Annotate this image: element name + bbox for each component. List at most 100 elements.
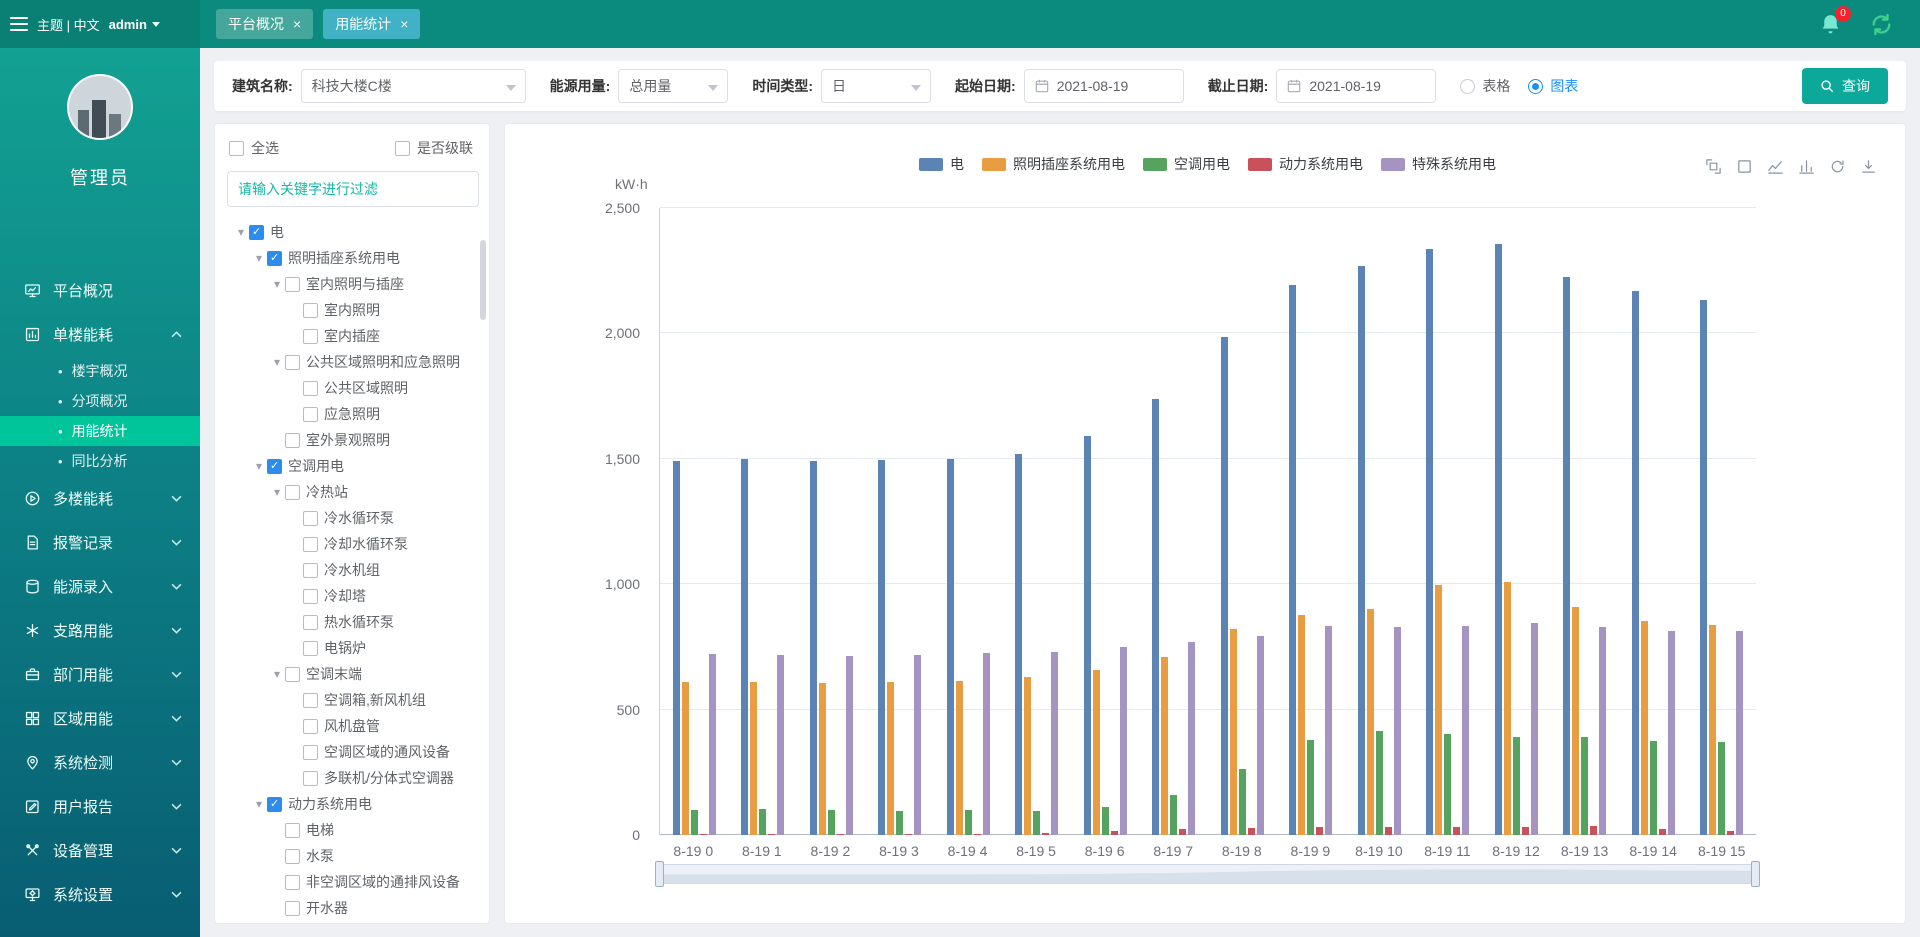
tree-checkbox[interactable] [285, 355, 300, 370]
tree-node[interactable]: 室内照明 [227, 297, 479, 323]
datazoom-right-handle[interactable] [1751, 861, 1760, 887]
tree-node[interactable]: 电锅炉 [227, 635, 479, 661]
toolbox-bar-chart-icon[interactable] [1798, 158, 1815, 175]
tree-node[interactable]: 空调箱,新风机组 [227, 687, 479, 713]
tree-node-label[interactable]: 公共区域照明和应急照明 [306, 352, 460, 372]
tree-checkbox[interactable] [285, 433, 300, 448]
chart-view-radio[interactable]: 图表 [1528, 76, 1578, 96]
tree-node-label[interactable]: 开水器 [306, 898, 348, 918]
sidebar-item-system-detection[interactable]: 系统检测 [0, 740, 200, 784]
toolbox-save-image-icon[interactable] [1860, 158, 1877, 175]
tree-node-label[interactable]: 冷热站 [306, 482, 348, 502]
tree-checkbox[interactable] [303, 693, 318, 708]
tree-node-label[interactable]: 应急照明 [324, 404, 380, 424]
legend-item-special-system[interactable]: 特殊系统用电 [1381, 154, 1496, 174]
sidebar-item-user-report[interactable]: 用户报告 [0, 784, 200, 828]
tree-checkbox[interactable] [303, 589, 318, 604]
tree-node[interactable]: 应急照明 [227, 401, 479, 427]
sidebar-item-branch-energy[interactable]: 支路用能 [0, 608, 200, 652]
tree-node-label[interactable]: 室外景观照明 [306, 430, 390, 450]
tree-checkbox[interactable] [267, 797, 282, 812]
tree-checkbox[interactable] [267, 459, 282, 474]
sidebar-item-system-settings[interactable]: 系统设置 [0, 872, 200, 916]
refresh-icon[interactable] [1869, 12, 1894, 37]
tree-node[interactable]: 多联机/分体式空调器 [227, 765, 479, 791]
tree-checkbox[interactable] [303, 719, 318, 734]
tree-checkbox[interactable] [303, 303, 318, 318]
tree-checkbox[interactable] [267, 251, 282, 266]
tree-node[interactable]: ▾ 冷热站 [227, 479, 479, 505]
toolbox-line-chart-icon[interactable] [1767, 158, 1784, 175]
tree-checkbox[interactable] [303, 771, 318, 786]
tree-node-label[interactable]: 冷却水循环泵 [324, 534, 408, 554]
avatar[interactable] [67, 74, 133, 140]
close-icon[interactable]: × [400, 17, 408, 31]
caret-down-icon[interactable]: ▾ [233, 225, 249, 239]
tree-node-label[interactable]: 动力系统用电 [288, 794, 372, 814]
tree-node-label[interactable]: 水泵 [306, 846, 334, 866]
tree-node-label[interactable]: 室内插座 [324, 326, 380, 346]
sidebar-item-platform-overview[interactable]: 平台概况 [0, 268, 200, 312]
tree-node[interactable]: 开水器 [227, 895, 479, 921]
energy-type-select[interactable]: 总用量 [618, 69, 728, 103]
tree-node[interactable]: 冷却塔 [227, 583, 479, 609]
toolbox-reset-zoom-icon[interactable] [1736, 158, 1753, 175]
tree-node[interactable]: 室外景观照明 [227, 427, 479, 453]
tree-checkbox[interactable] [303, 537, 318, 552]
tree-node[interactable]: ▾空调用电 [227, 453, 479, 479]
tree-checkbox[interactable] [285, 849, 300, 864]
tree-node-label[interactable]: 多联机/分体式空调器 [324, 768, 454, 788]
tree-node[interactable]: 水泵 [227, 843, 479, 869]
tree-node[interactable]: 非空调区域的通排风设备 [227, 869, 479, 895]
toolbox-zoom-icon[interactable] [1705, 158, 1722, 175]
tree-node[interactable]: 热水循环泵 [227, 609, 479, 635]
sidebar-item-alarm-records[interactable]: 报警记录 [0, 520, 200, 564]
legend-item-lighting-socket[interactable]: 照明插座系统用电 [982, 154, 1125, 174]
sidebar-item-device-management[interactable]: 设备管理 [0, 828, 200, 872]
tree-node-label[interactable]: 空调区域的通风设备 [324, 742, 450, 762]
tree-node-label[interactable]: 室内照明 [324, 300, 380, 320]
tree-node-label[interactable]: 照明插座系统用电 [288, 248, 400, 268]
tree-node[interactable]: 电梯 [227, 817, 479, 843]
table-view-radio[interactable]: 表格 [1460, 76, 1510, 96]
tree-node-label[interactable]: 电锅炉 [324, 638, 366, 658]
cascade-checkbox[interactable]: 是否级联 [395, 138, 473, 158]
tree-node-label[interactable]: 冷水循环泵 [324, 508, 394, 528]
building-name-select[interactable]: 科技大楼C楼 [301, 69, 526, 103]
caret-down-icon[interactable]: ▾ [251, 251, 267, 265]
legend-item-hvac[interactable]: 空调用电 [1143, 154, 1230, 174]
sidebar-subitem-yoy-analysis[interactable]: 同比分析 [0, 446, 200, 476]
tree-node-label[interactable]: 非空调区域的通排风设备 [306, 872, 460, 892]
sidebar-item-energy-entry[interactable]: 能源录入 [0, 564, 200, 608]
caret-down-icon[interactable]: ▾ [269, 485, 285, 499]
tree-checkbox[interactable] [285, 667, 300, 682]
sidebar-item-single-building-energy[interactable]: 单楼能耗 [0, 312, 200, 356]
tree-checkbox[interactable] [303, 745, 318, 760]
tree-node[interactable]: 冷水循环泵 [227, 505, 479, 531]
tree-node[interactable]: ▾ 照明插座系统用电 [227, 245, 479, 271]
sidebar-subitem-subentry-overview[interactable]: 分项概况 [0, 386, 200, 416]
close-icon[interactable]: × [293, 17, 301, 31]
tree-scrollbar-thumb[interactable] [480, 240, 486, 320]
sidebar-subitem-energy-statistics[interactable]: 用能统计 [0, 416, 200, 446]
tree-node[interactable]: 冷水机组 [227, 557, 479, 583]
tree-checkbox[interactable] [303, 563, 318, 578]
tree-node-label[interactable]: 空调用电 [288, 456, 344, 476]
tree-node-label[interactable]: 电 [270, 222, 284, 242]
start-date-input[interactable]: 2021-08-19 [1024, 69, 1184, 103]
toolbox-restore-icon[interactable] [1829, 158, 1846, 175]
tree-node-label[interactable]: 冷水机组 [324, 560, 380, 580]
caret-down-icon[interactable]: ▾ [269, 667, 285, 681]
caret-down-icon[interactable]: ▾ [251, 797, 267, 811]
tree-node-label[interactable]: 冷却塔 [324, 586, 366, 606]
notifications-button[interactable]: 0 [1818, 12, 1843, 37]
menu-toggle-icon[interactable] [10, 17, 28, 31]
tree-node[interactable]: ▾公共区域照明和应急照明 [227, 349, 479, 375]
tree-checkbox[interactable] [285, 901, 300, 916]
tree-checkbox[interactable] [285, 823, 300, 838]
tree-node[interactable]: 室内插座 [227, 323, 479, 349]
user-menu[interactable]: admin [109, 17, 160, 32]
tree-node-label[interactable]: 公共区域照明 [324, 378, 408, 398]
sidebar-item-region-energy[interactable]: 区域用能 [0, 696, 200, 740]
tree-node-label[interactable]: 空调末端 [306, 664, 362, 684]
